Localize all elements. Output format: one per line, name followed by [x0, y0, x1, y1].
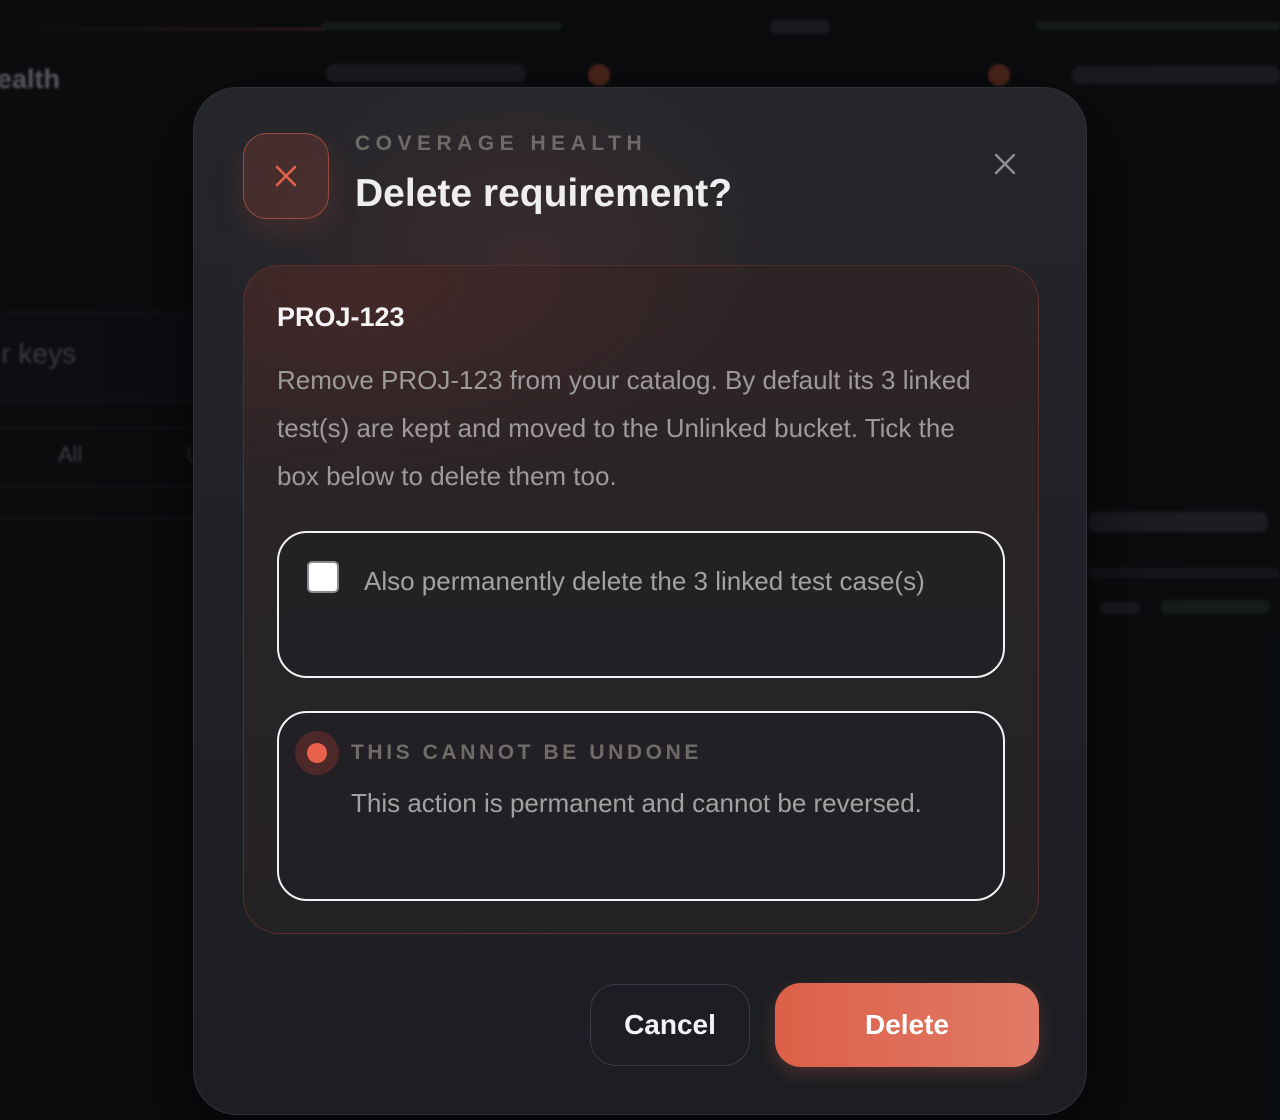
delete-requirement-dialog: COVERAGE HEALTH Delete requirement? PROJ… — [193, 87, 1087, 1115]
warning-dot-icon — [307, 743, 327, 763]
close-icon — [243, 133, 329, 219]
requirement-key: PROJ-123 — [277, 302, 405, 332]
delete-button[interactable]: Delete — [775, 983, 1039, 1067]
warning-title: THIS CANNOT BE UNDONE — [351, 741, 702, 764]
cancel-button[interactable]: Cancel — [590, 984, 750, 1066]
irreversible-warning: THIS CANNOT BE UNDONE This action is per… — [277, 711, 1005, 901]
close-icon — [994, 153, 1016, 175]
delete-linked-tests-option[interactable]: Also permanently delete the 3 linked tes… — [277, 531, 1005, 678]
dialog-eyebrow: COVERAGE HEALTH — [355, 132, 648, 155]
dialog-close-button[interactable] — [987, 146, 1023, 182]
delete-linked-tests-label[interactable]: Also permanently delete the 3 linked tes… — [364, 557, 964, 605]
dialog-description: Remove PROJ-123 from your catalog. By de… — [277, 365, 971, 491]
dialog-title: Delete requirement? — [355, 172, 733, 215]
delete-linked-tests-checkbox[interactable] — [307, 561, 339, 593]
page: Coverage Health Search by title or keys … — [0, 0, 1280, 1120]
warning-text: This action is permanent and cannot be r… — [351, 788, 922, 818]
requirement-details-panel: PROJ-123 Remove PROJ-123 from your catal… — [243, 265, 1039, 934]
